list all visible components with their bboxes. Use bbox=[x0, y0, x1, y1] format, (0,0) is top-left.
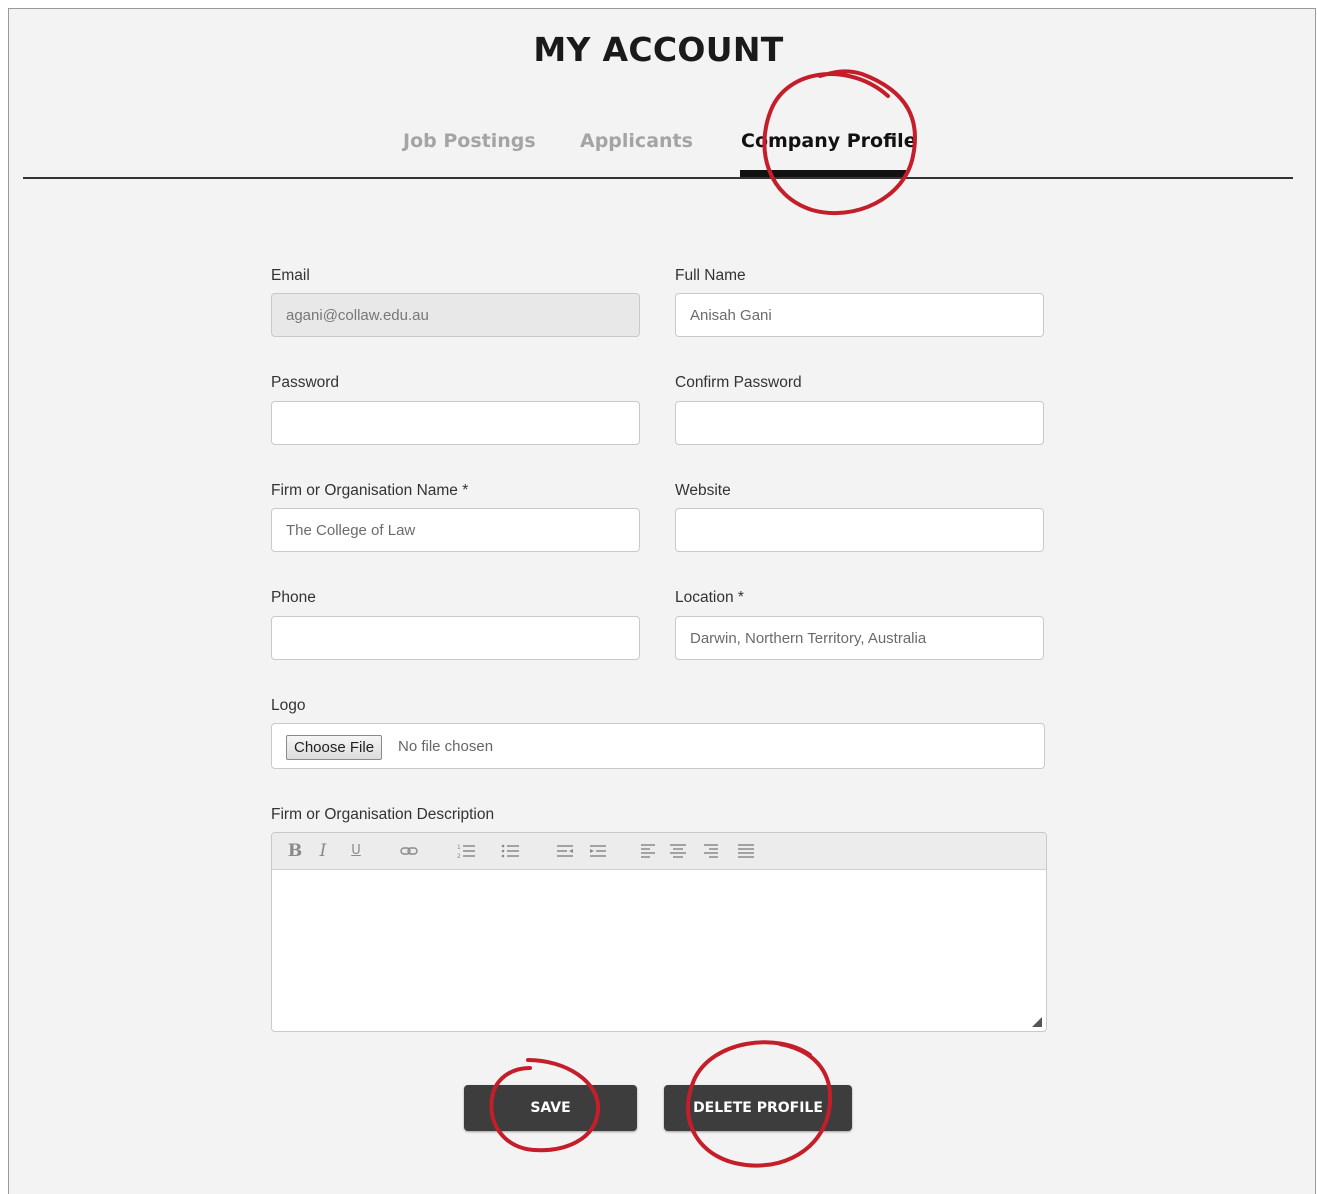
align-left-icon[interactable] bbox=[639, 841, 659, 861]
tab-company-profile[interactable]: Company Profile bbox=[741, 130, 917, 152]
choose-file-button[interactable]: Choose File bbox=[286, 735, 383, 760]
logo-label: Logo bbox=[271, 697, 306, 714]
location-field[interactable] bbox=[675, 616, 1044, 660]
active-tab-indicator bbox=[740, 170, 906, 177]
align-center-icon[interactable] bbox=[668, 841, 688, 861]
svg-text:2: 2 bbox=[457, 853, 461, 860]
description-editor: B I U 12 bbox=[271, 832, 1047, 1032]
justify-icon[interactable] bbox=[736, 841, 756, 861]
bold-icon[interactable]: B bbox=[285, 841, 305, 861]
firm-name-label: Firm or Organisation Name * bbox=[271, 482, 469, 499]
tab-bar: Job Postings Applicants Company Profile bbox=[0, 130, 1317, 176]
indent-icon[interactable] bbox=[588, 841, 608, 861]
confirm-password-field[interactable] bbox=[675, 401, 1044, 445]
phone-field[interactable] bbox=[271, 616, 640, 660]
align-right-icon[interactable] bbox=[700, 841, 720, 861]
bullet-list-icon[interactable] bbox=[500, 841, 520, 861]
location-label: Location * bbox=[675, 589, 744, 606]
website-label: Website bbox=[675, 482, 731, 499]
confirm-password-label: Confirm Password bbox=[675, 374, 802, 391]
email-field[interactable] bbox=[271, 293, 640, 337]
outdent-icon[interactable] bbox=[555, 841, 575, 861]
firm-name-field[interactable] bbox=[271, 508, 640, 552]
description-label: Firm or Organisation Description bbox=[271, 806, 495, 823]
save-button[interactable]: SAVE bbox=[464, 1085, 637, 1131]
email-label: Email bbox=[271, 267, 310, 284]
full-name-label: Full Name bbox=[675, 267, 746, 284]
editor-toolbar: B I U 12 bbox=[272, 833, 1046, 870]
logo-file-input[interactable]: Choose File No file chosen bbox=[271, 723, 1045, 769]
delete-profile-button[interactable]: DELETE PROFILE bbox=[664, 1085, 852, 1131]
link-icon[interactable] bbox=[399, 841, 419, 861]
tab-job-postings[interactable]: Job Postings bbox=[403, 130, 536, 152]
tab-divider bbox=[23, 177, 1293, 179]
tab-applicants[interactable]: Applicants bbox=[580, 130, 693, 152]
underline-icon[interactable]: U bbox=[346, 841, 366, 861]
website-field[interactable] bbox=[675, 508, 1044, 552]
editor-content-area[interactable] bbox=[272, 870, 1046, 1031]
svg-text:1: 1 bbox=[457, 844, 461, 851]
file-status-text: No file chosen bbox=[398, 738, 494, 755]
full-name-field[interactable] bbox=[675, 293, 1044, 337]
ordered-list-icon[interactable]: 12 bbox=[456, 841, 476, 861]
italic-icon[interactable]: I bbox=[313, 841, 333, 861]
password-label: Password bbox=[271, 374, 340, 391]
page-title: MY ACCOUNT bbox=[533, 30, 784, 69]
password-field[interactable] bbox=[271, 401, 640, 445]
resize-handle-icon[interactable] bbox=[1032, 1017, 1042, 1027]
phone-label: Phone bbox=[271, 589, 316, 606]
